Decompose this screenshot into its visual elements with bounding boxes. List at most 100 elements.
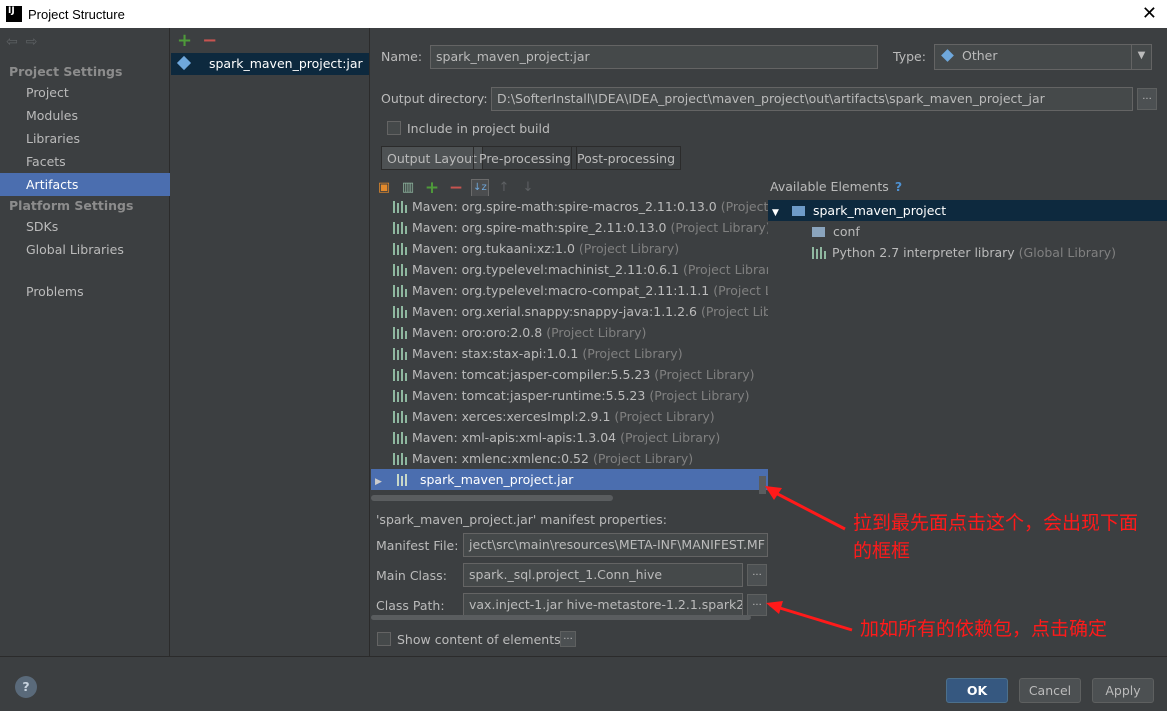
library-note: (Project Library)	[620, 430, 721, 445]
library-row[interactable]: Maven: xml-apis:xml-apis:1.3.04 (Project…	[371, 427, 768, 448]
library-row[interactable]: Maven: org.xerial.snappy:snappy-java:1.1…	[371, 301, 768, 322]
library-name: Maven: org.tukaani:xz:1.0	[412, 241, 575, 256]
library-row[interactable]: Maven: org.typelevel:macro-compat_2.11:1…	[371, 280, 768, 301]
library-note: (Project Library)	[582, 346, 683, 361]
add-element-icon[interactable]: +	[423, 178, 441, 198]
library-note: (Project Library)	[654, 367, 755, 382]
expand-arrow-icon[interactable]: ▶	[375, 472, 389, 493]
output-directory-field[interactable]: D:\SofterInstall\IDEA\IDEA_project\maven…	[491, 87, 1133, 111]
library-row[interactable]: Maven: org.spire-math:spire-macros_2.11:…	[371, 196, 768, 217]
library-icon	[393, 264, 409, 276]
library-note: (Project Library)	[592, 451, 694, 466]
sidebar-item-artifacts[interactable]: Artifacts	[0, 173, 170, 196]
sort-elements-icon[interactable]: ↓z	[471, 178, 489, 197]
library-row[interactable]: Maven: tomcat:jasper-runtime:5.5.23 (Pro…	[371, 385, 768, 406]
type-diamond-icon	[941, 49, 954, 62]
library-icon	[393, 201, 409, 213]
available-help-icon[interactable]: ?	[895, 179, 902, 194]
apply-button[interactable]: Apply	[1092, 678, 1154, 703]
library-name: Maven: stax:stax-api:1.0.1	[412, 346, 579, 361]
window-title: Project Structure	[28, 6, 125, 22]
show-content-checkbox[interactable]	[377, 632, 391, 646]
sidebar-item-libraries[interactable]: Libraries	[0, 127, 170, 150]
artifact-item-label: spark_maven_project:jar	[208, 56, 363, 71]
artifact-item[interactable]: spark_maven_project:jar	[171, 53, 369, 75]
jar-root-row[interactable]: ▶ spark_maven_project.jar	[371, 469, 768, 490]
library-name: Maven: org.spire-math:spire_2.11:0.13.0	[412, 220, 667, 235]
library-note: (Project Library)	[614, 409, 715, 424]
tab-pre-processing[interactable]: Pre-processing	[473, 146, 577, 170]
tab-output-layout[interactable]: Output Layout	[381, 146, 483, 170]
manifest-file-field[interactable]: ject\src\main\resources\META-INF\MANIFES…	[463, 533, 768, 557]
close-icon[interactable]: ✕	[1142, 3, 1157, 24]
library-note: (Project Library)	[682, 262, 768, 277]
library-icon	[393, 411, 409, 423]
chevron-down-icon[interactable]: ▼	[1131, 45, 1151, 69]
available-elements-tree: ▼ spark_maven_project conf Python 2.7 in…	[768, 200, 1167, 500]
move-down-icon[interactable]: ↓	[519, 179, 537, 197]
library-row[interactable]: Maven: stax:stax-api:1.0.1 (Project Libr…	[371, 343, 768, 364]
forward-arrow-icon[interactable]: ⇨	[26, 34, 38, 50]
sidebar-item-project[interactable]: Project	[0, 81, 170, 104]
platform-settings-header: Platform Settings	[9, 198, 134, 213]
remove-artifact-icon[interactable]: −	[202, 30, 217, 51]
available-root-row[interactable]: ▼ spark_maven_project	[768, 200, 1167, 221]
library-name: Maven: oro:oro:2.0.8	[412, 325, 543, 340]
manifest-title: 'spark_maven_project.jar' manifest prope…	[376, 512, 668, 527]
window-titlebar: IJ Project Structure ✕	[0, 0, 1167, 28]
library-row[interactable]: Maven: xmlenc:xmlenc:0.52 (Project Libra…	[371, 448, 768, 469]
library-row[interactable]: Maven: org.spire-math:spire_2.11:0.13.0 …	[371, 217, 768, 238]
name-field[interactable]: spark_maven_project:jar	[430, 45, 878, 69]
library-row[interactable]: Maven: oro:oro:2.0.8 (Project Library)	[371, 322, 768, 343]
sidebar-item-sdks[interactable]: SDKs	[0, 215, 170, 238]
library-icon	[393, 348, 409, 360]
name-label: Name:	[381, 49, 423, 64]
include-build-checkbox[interactable]	[387, 121, 401, 135]
available-child-label: Python 2.7 interpreter library	[831, 245, 1015, 260]
browse-class-path-button[interactable]: ...	[747, 594, 767, 616]
library-row[interactable]: Maven: tomcat:jasper-compiler:5.5.23 (Pr…	[371, 364, 768, 385]
library-icon	[393, 222, 409, 234]
type-select[interactable]: Other ▼	[934, 44, 1152, 70]
library-name: Maven: xml-apis:xml-apis:1.3.04	[412, 430, 617, 445]
jar-root-label: spark_maven_project.jar	[419, 472, 574, 487]
tab-post-processing[interactable]: Post-processing	[571, 146, 682, 170]
library-icon	[393, 432, 409, 444]
library-icon	[393, 285, 409, 297]
class-path-field[interactable]: vax.inject-1.jar hive-metastore-1.2.1.sp…	[463, 593, 743, 617]
help-icon[interactable]: ?	[15, 676, 37, 698]
ok-button[interactable]: OK	[946, 678, 1008, 703]
library-icon	[393, 243, 409, 255]
library-row[interactable]: Maven: xerces:xercesImpl:2.9.1 (Project …	[371, 406, 768, 427]
create-archive-icon[interactable]: ▥	[399, 179, 417, 197]
layout-vertical-scrollbar[interactable]	[759, 476, 766, 494]
type-label: Type:	[893, 49, 926, 64]
browse-output-button[interactable]: ...	[1137, 88, 1157, 110]
back-arrow-icon[interactable]: ⇦	[6, 34, 18, 50]
browse-main-class-button[interactable]: ...	[747, 564, 767, 586]
sidebar-item-modules[interactable]: Modules	[0, 104, 170, 127]
add-artifact-icon[interactable]: +	[177, 30, 192, 51]
type-select-value: Other	[961, 48, 998, 63]
settings-sidebar: ⇦ ⇨ Project Settings Project Modules Lib…	[0, 28, 170, 656]
sidebar-item-problems[interactable]: Problems	[0, 280, 170, 303]
move-up-icon[interactable]: ↑	[495, 179, 513, 197]
library-note: (Project Library)	[649, 388, 750, 403]
manifest-horizontal-scrollbar[interactable]	[371, 615, 751, 620]
available-elements-title: Available Elements	[770, 179, 889, 194]
library-row[interactable]: Maven: org.tukaani:xz:1.0 (Project Libra…	[371, 238, 768, 259]
sidebar-item-facets[interactable]: Facets	[0, 150, 170, 173]
output-directory-label: Output directory:	[381, 91, 488, 106]
library-name: Maven: org.spire-math:spire-macros_2.11:…	[412, 199, 717, 214]
layout-horizontal-scrollbar[interactable]	[371, 495, 613, 501]
available-child-row[interactable]: Python 2.7 interpreter library (Global L…	[768, 242, 1167, 263]
class-path-label: Class Path:	[376, 598, 445, 613]
library-row[interactable]: Maven: org.typelevel:machinist_2.11:0.6.…	[371, 259, 768, 280]
available-child-row[interactable]: conf	[768, 221, 1167, 242]
create-directory-icon[interactable]: ▣	[375, 179, 393, 197]
sidebar-item-global-libraries[interactable]: Global Libraries	[0, 238, 170, 261]
main-class-field[interactable]: spark._sql.project_1.Conn_hive	[463, 563, 743, 587]
show-content-options-button[interactable]: ...	[560, 631, 576, 647]
cancel-button[interactable]: Cancel	[1019, 678, 1081, 703]
remove-element-icon[interactable]: −	[447, 178, 465, 198]
